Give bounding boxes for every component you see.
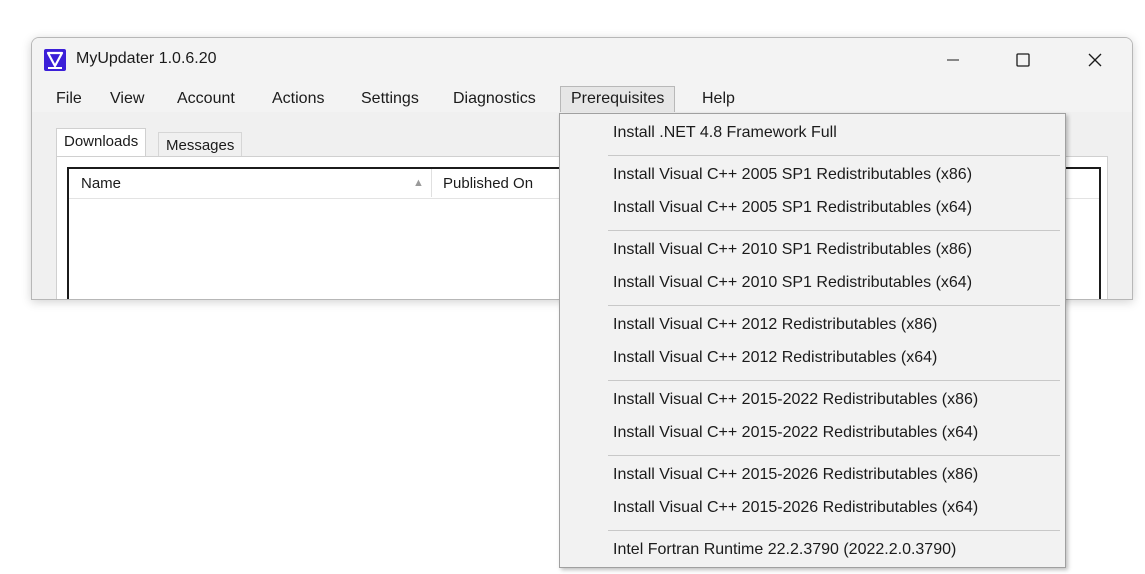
menu-item-vc2010-x64[interactable]: Install Visual C++ 2010 SP1 Redistributa… — [613, 271, 972, 295]
menu-item-vc2012-x86[interactable]: Install Visual C++ 2012 Redistributables… — [613, 313, 937, 337]
menu-separator — [608, 155, 1060, 156]
tab-messages[interactable]: Messages — [158, 132, 243, 156]
menu-actions[interactable]: Actions — [262, 86, 334, 112]
menu-item-vc2015-2026-x64[interactable]: Install Visual C++ 2015-2026 Redistribut… — [613, 496, 978, 520]
menu-bar: File View Account Actions Settings Diagn… — [32, 82, 1132, 112]
tab-downloads[interactable]: Downloads — [56, 128, 147, 156]
menu-item-vc2015-2026-x86[interactable]: Install Visual C++ 2015-2026 Redistribut… — [613, 463, 978, 487]
menu-settings[interactable]: Settings — [351, 86, 429, 112]
menu-item-vc2005-x64[interactable]: Install Visual C++ 2005 SP1 Redistributa… — [613, 196, 972, 220]
menu-separator — [608, 305, 1060, 306]
menu-account[interactable]: Account — [167, 86, 245, 112]
minimize-icon — [947, 59, 959, 61]
menu-item-vc2005-x86[interactable]: Install Visual C++ 2005 SP1 Redistributa… — [613, 163, 972, 187]
menu-item-vc2012-x64[interactable]: Install Visual C++ 2012 Redistributables… — [613, 346, 937, 370]
prerequisites-dropdown-menu: Install .NET 4.8 Framework Full Install … — [559, 113, 1066, 568]
menu-help[interactable]: Help — [692, 86, 745, 112]
minimize-button[interactable] — [930, 38, 976, 82]
column-header-name[interactable]: Name — [81, 175, 121, 192]
menu-separator — [608, 380, 1060, 381]
column-header-published-on[interactable]: Published On — [443, 175, 533, 192]
menu-separator — [608, 455, 1060, 456]
maximize-icon — [1016, 53, 1030, 67]
menu-item-intel-fortran[interactable]: Intel Fortran Runtime 22.2.3790 (2022.2.… — [613, 538, 956, 562]
menu-separator — [608, 530, 1060, 531]
close-button[interactable] — [1072, 38, 1118, 82]
menu-separator — [608, 230, 1060, 231]
maximize-button[interactable] — [1000, 38, 1046, 82]
sort-ascending-icon: ▲ — [413, 177, 424, 189]
column-divider[interactable] — [431, 169, 432, 197]
close-icon — [1088, 53, 1102, 67]
menu-view[interactable]: View — [100, 86, 154, 112]
app-logo-icon — [44, 49, 66, 71]
menu-diagnostics[interactable]: Diagnostics — [443, 86, 546, 112]
menu-item-install-dotnet[interactable]: Install .NET 4.8 Framework Full — [613, 121, 837, 145]
menu-item-vc2010-x86[interactable]: Install Visual C++ 2010 SP1 Redistributa… — [613, 238, 972, 262]
window-title: MyUpdater 1.0.6.20 — [76, 50, 217, 67]
menu-icon-gutter — [560, 114, 598, 567]
menu-prerequisites[interactable]: Prerequisites — [560, 86, 676, 112]
title-bar[interactable]: MyUpdater 1.0.6.20 — [32, 38, 1132, 82]
menu-item-vc2015-2022-x86[interactable]: Install Visual C++ 2015-2022 Redistribut… — [613, 388, 978, 412]
menu-item-vc2015-2022-x64[interactable]: Install Visual C++ 2015-2022 Redistribut… — [613, 421, 978, 445]
menu-file[interactable]: File — [46, 86, 92, 112]
